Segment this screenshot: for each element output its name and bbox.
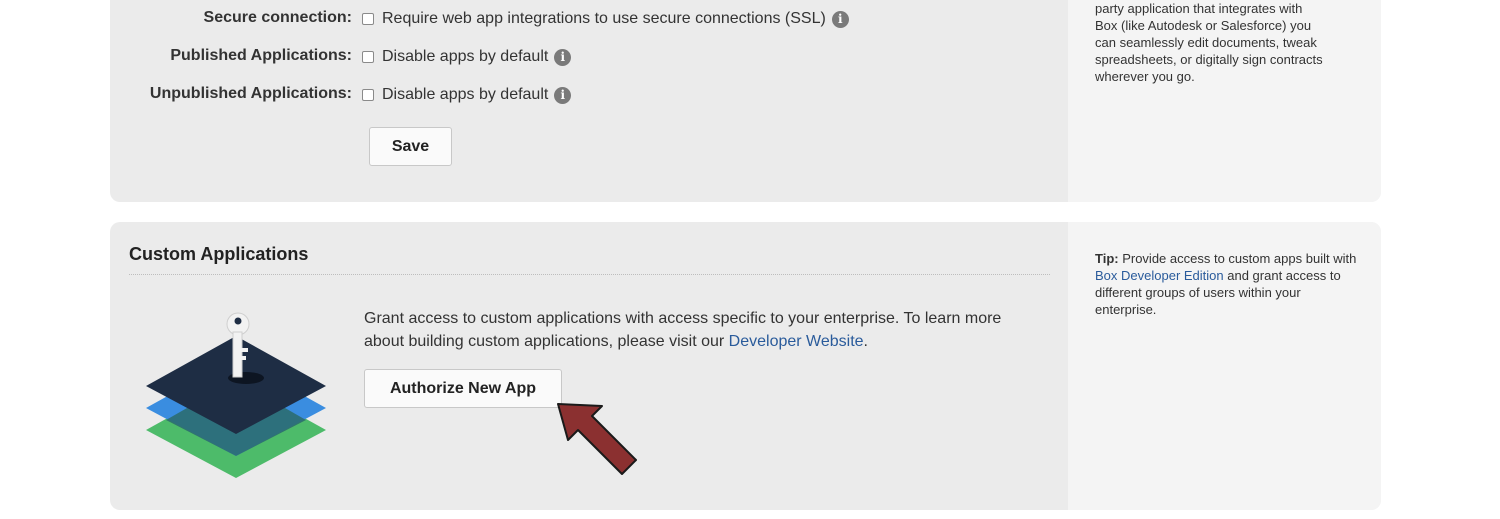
unpublished-apps-checkbox[interactable] xyxy=(362,89,374,101)
box-developer-edition-link[interactable]: Box Developer Edition xyxy=(1095,268,1224,283)
help-line: Box (like Autodesk or Salesforce) you xyxy=(1095,18,1312,33)
info-icon[interactable]: i xyxy=(831,10,849,28)
app-settings-panel: Secure connection: Require web app integ… xyxy=(110,0,1381,202)
tip-label: Tip: xyxy=(1095,251,1119,266)
annotation-arrow-icon xyxy=(557,403,637,475)
info-icon[interactable]: i xyxy=(554,48,572,66)
description-suffix: . xyxy=(863,333,868,350)
secure-connection-option-label[interactable]: Require web app integrations to use secu… xyxy=(382,10,826,28)
published-apps-option-label[interactable]: Disable apps by default xyxy=(382,48,548,66)
help-line: can seamlessly edit documents, tweak xyxy=(1095,35,1317,50)
section-title: Custom Applications xyxy=(129,244,309,264)
tip-text-prefix: Provide access to custom apps built with xyxy=(1118,251,1357,266)
unpublished-apps-option-label[interactable]: Disable apps by default xyxy=(382,86,548,104)
secure-connection-control: Require web app integrations to use secu… xyxy=(362,10,849,28)
custom-applications-panel: Custom Applications Grant access to cust… xyxy=(110,222,1381,510)
help-line: spreadsheets, or digitally sign contract… xyxy=(1095,52,1323,67)
published-apps-control: Disable apps by default i xyxy=(362,48,572,66)
layered-key-illustration xyxy=(146,312,326,478)
info-icon[interactable]: i xyxy=(554,86,572,104)
integrations-help-text: party application that integrates with B… xyxy=(1095,0,1365,85)
help-line: party application that integrates with xyxy=(1095,1,1303,16)
description-text: Grant access to custom applications with… xyxy=(364,310,1002,350)
section-divider xyxy=(129,274,1050,275)
published-apps-label: Published Applications: xyxy=(170,47,352,64)
developer-website-link[interactable]: Developer Website xyxy=(729,333,864,350)
secure-connection-label: Secure connection: xyxy=(203,9,352,26)
help-line: wherever you go. xyxy=(1095,69,1195,84)
published-apps-checkbox[interactable] xyxy=(362,51,374,63)
secure-connection-checkbox[interactable] xyxy=(362,13,374,25)
save-button[interactable]: Save xyxy=(369,127,452,166)
tip-text: Tip: Provide access to custom apps built… xyxy=(1095,250,1365,318)
custom-apps-description: Grant access to custom applications with… xyxy=(364,307,1014,353)
authorize-new-app-button[interactable]: Authorize New App xyxy=(364,369,562,408)
unpublished-apps-label: Unpublished Applications: xyxy=(149,85,352,102)
unpublished-apps-control: Disable apps by default i xyxy=(362,86,572,104)
